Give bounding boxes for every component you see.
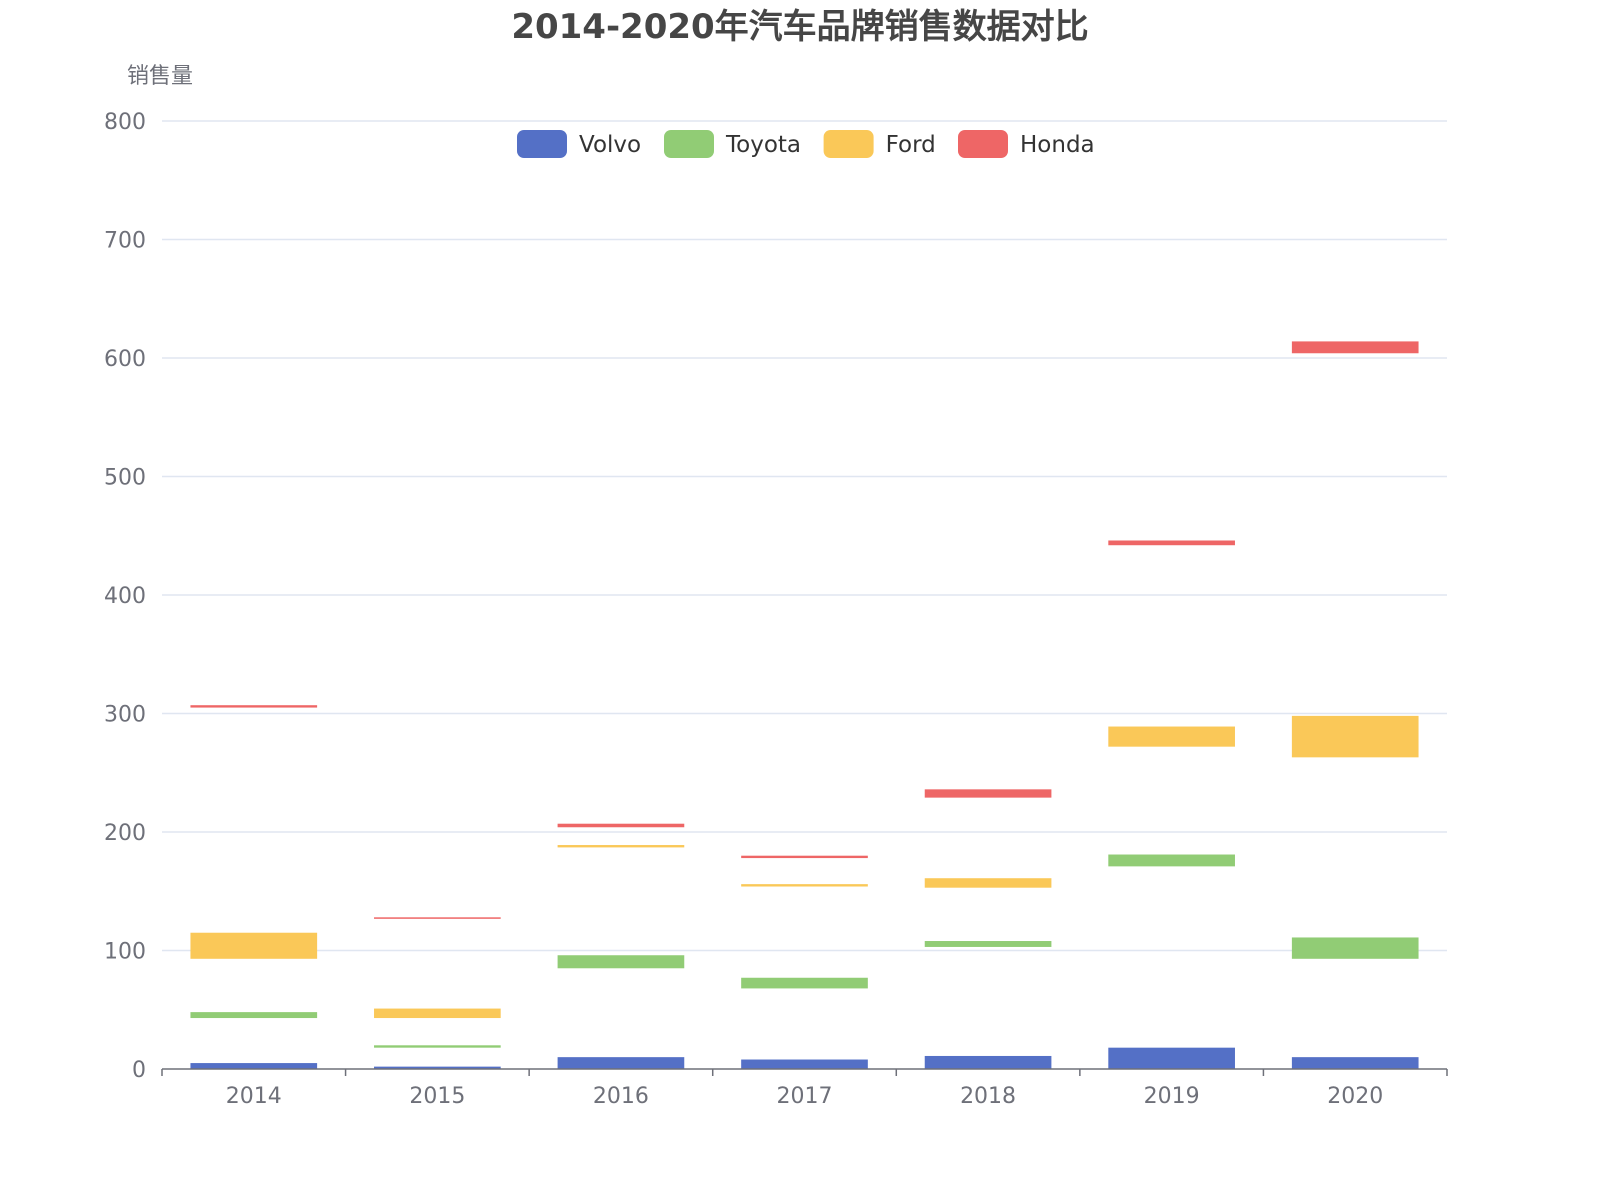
bar-toyota-2019 — [1108, 854, 1235, 867]
bar-volvo-2020 — [1291, 1057, 1419, 1069]
legend[interactable]: Volvo Toyota Ford Honda — [517, 130, 1095, 158]
x-tick-label: 2015 — [409, 1084, 465, 1109]
bar-toyota-2018 — [924, 941, 1052, 947]
grid-lines — [162, 120, 1447, 952]
legend-label: Toyota — [725, 132, 801, 158]
bar-honda-2020 — [1291, 341, 1419, 354]
bar-volvo-2018 — [924, 1055, 1052, 1069]
legend-item-honda[interactable]: Honda — [958, 130, 1095, 158]
x-tick-label: 2020 — [1327, 1084, 1383, 1109]
y-tick-label: 500 — [104, 466, 146, 491]
y-tick-label: 200 — [104, 821, 146, 846]
legend-swatch — [823, 130, 874, 158]
y-tick-label: 100 — [104, 940, 146, 965]
bar-honda-2015 — [374, 917, 501, 919]
bar-toyota-2014 — [190, 1012, 318, 1019]
bar-toyota-2020 — [1291, 937, 1419, 959]
bar-honda-2016 — [557, 823, 685, 828]
y-tick-label: 800 — [104, 110, 146, 135]
bar-honda-2014 — [190, 705, 318, 708]
bar-toyota-2017 — [741, 977, 868, 989]
bar-toyota-2016 — [557, 955, 685, 969]
y-tick-label: 600 — [104, 347, 146, 372]
x-tick-label: 2019 — [1144, 1084, 1200, 1109]
chart-title: 2014-2020年汽车品牌销售数据对比 — [511, 7, 1088, 47]
bar-ford-2020 — [1291, 715, 1419, 758]
bar-volvo-2016 — [557, 1057, 685, 1069]
legend-item-volvo[interactable]: Volvo — [517, 130, 641, 158]
legend-swatch — [958, 130, 1008, 158]
x-tick-label: 2017 — [777, 1084, 833, 1109]
bar-honda-2019 — [1108, 540, 1235, 546]
legend-swatch — [664, 130, 714, 158]
x-tick-label: 2018 — [960, 1084, 1016, 1109]
bar-honda-2018 — [924, 789, 1052, 798]
y-tick-label: 700 — [104, 229, 146, 254]
bar-ford-2014 — [190, 932, 318, 959]
bar-ford-2019 — [1108, 726, 1235, 747]
bar-toyota-2015 — [374, 1045, 501, 1048]
y-tick-label: 400 — [104, 584, 146, 609]
bar-volvo-2017 — [741, 1059, 868, 1069]
bar-marks — [190, 341, 1419, 1069]
bar-volvo-2019 — [1108, 1047, 1235, 1069]
x-tick-label: 2016 — [593, 1084, 649, 1109]
legend-item-toyota[interactable]: Toyota — [664, 130, 801, 158]
bar-ford-2015 — [374, 1008, 501, 1019]
bar-ford-2018 — [924, 878, 1052, 888]
legend-label: Honda — [1020, 132, 1095, 158]
y-axis-label: 销售量 — [127, 64, 193, 89]
y-axis-ticks: 0 100 200 300 400 500 600 700 800 — [104, 110, 146, 1083]
bar-ford-2017 — [741, 884, 868, 887]
x-axis: 2014 2015 2016 2017 2018 2019 2020 — [161, 1068, 1448, 1109]
legend-label: Volvo — [579, 132, 641, 158]
y-tick-label: 0 — [132, 1058, 146, 1083]
bar-ford-2016 — [557, 845, 685, 848]
x-tick-label: 2014 — [226, 1084, 282, 1109]
floating-bar-chart: 2014-2020年汽车品牌销售数据对比 销售量 0 100 200 300 400 50… — [104, 7, 1448, 1109]
legend-swatch — [517, 130, 567, 158]
legend-item-ford[interactable]: Ford — [823, 130, 936, 158]
bar-honda-2017 — [741, 855, 868, 859]
bar-volvo-2014 — [190, 1063, 318, 1069]
legend-label: Ford — [886, 132, 936, 158]
y-tick-label: 300 — [104, 703, 146, 728]
